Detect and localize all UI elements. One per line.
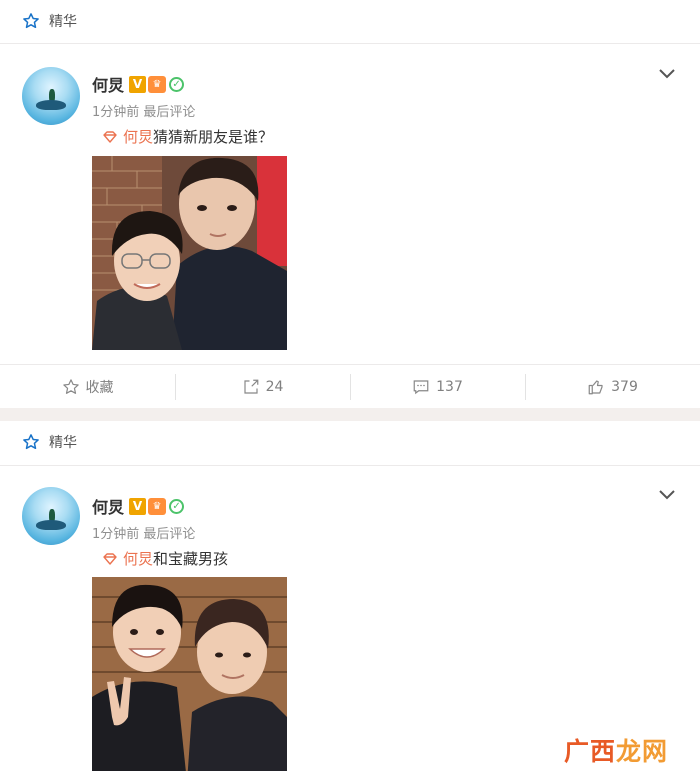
avatar[interactable]: [22, 67, 80, 125]
verified-v-icon: V: [129, 75, 147, 93]
post-card: 精华 何炅 V ♛ ✓ 1分钟前 最后评论 何炅 猜猜新朋友是谁？ 收藏 24 …: [0, 0, 700, 408]
star-icon: [62, 379, 79, 394]
chevron-down-icon[interactable]: [657, 67, 677, 81]
post-text: 和宝藏男孩: [153, 550, 229, 568]
mention-link[interactable]: 何炅: [123, 548, 153, 569]
watermark-part2: 龙网: [615, 737, 668, 766]
star-icon: [23, 434, 39, 450]
verified-v-icon: V: [129, 497, 147, 515]
post-photo[interactable]: [92, 156, 287, 350]
verified-check-icon: ✓: [169, 498, 185, 514]
featured-label[interactable]: 精华: [22, 432, 77, 452]
divider: [0, 43, 700, 44]
avatar[interactable]: [22, 487, 80, 545]
featured-label-text: 精华: [49, 435, 77, 451]
favorite-button[interactable]: 收藏: [0, 365, 175, 409]
comment-icon: [413, 380, 429, 395]
site-watermark: 广西龙网: [564, 732, 668, 768]
vip-crown-icon: ♛: [148, 75, 167, 93]
post-photo[interactable]: [92, 577, 287, 771]
chevron-down-icon[interactable]: [657, 488, 677, 502]
like-count: 379: [611, 379, 638, 395]
featured-label[interactable]: 精华: [22, 11, 77, 31]
username[interactable]: 何炅: [92, 72, 124, 96]
like-button[interactable]: 379: [525, 365, 700, 409]
star-icon: [23, 13, 39, 29]
post-meta: 1分钟前 最后评论: [92, 105, 196, 120]
post-content: 何炅 和宝藏男孩: [102, 548, 228, 569]
action-bar: 收藏 24 137 379: [0, 364, 700, 409]
share-icon: [243, 379, 258, 394]
username-row: 何炅 V ♛ ✓: [92, 72, 185, 96]
thumbs-up-icon: [588, 380, 603, 395]
username-row: 何炅 V ♛ ✓: [92, 494, 185, 518]
post-content: 何炅 猜猜新朋友是谁？: [102, 126, 273, 147]
repost-count: 24: [265, 379, 284, 395]
diamond-icon: [103, 130, 117, 143]
repost-button[interactable]: 24: [175, 365, 350, 409]
favorite-label: 收藏: [85, 380, 114, 396]
post-card: 精华 何炅 V ♛ ✓ 1分钟前 最后评论 何炅 和宝藏男孩: [0, 421, 700, 782]
featured-label-text: 精华: [49, 14, 77, 30]
diamond-icon: [103, 552, 117, 565]
comment-button[interactable]: 137: [350, 365, 525, 409]
post-text: 猜猜新朋友是谁？: [153, 128, 274, 146]
vip-crown-icon: ♛: [148, 497, 167, 515]
divider: [0, 465, 700, 466]
comment-count: 137: [436, 379, 463, 395]
watermark-part1: 广西: [563, 737, 616, 766]
mention-link[interactable]: 何炅: [123, 126, 153, 147]
verified-check-icon: ✓: [169, 76, 185, 92]
post-meta: 1分钟前 最后评论: [92, 527, 196, 542]
username[interactable]: 何炅: [92, 494, 124, 518]
